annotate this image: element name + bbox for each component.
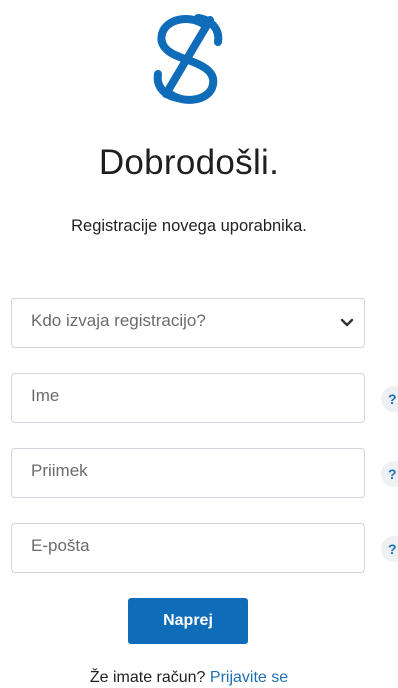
last-name-field[interactable]: Priimek [11,448,365,498]
next-button[interactable]: Naprej [128,598,248,644]
first-name-placeholder: Ime [31,386,60,405]
chevron-down-icon [340,318,354,327]
email-placeholder: E-pošta [31,536,90,555]
page-subtitle: Registracije novega uporabnika. [71,217,307,235]
registration-page: Dobrodošli. Registracije novega uporabni… [0,0,398,688]
email-field[interactable]: E-pošta [11,523,365,573]
page-title: Dobrodošli. [98,143,280,182]
first-name-help-icon[interactable]: ? [381,386,398,412]
email-help-icon[interactable]: ? [381,536,398,562]
last-name-help-icon[interactable]: ? [381,461,398,487]
registrant-select-value: Kdo izvaja registracijo? [31,311,206,330]
registrant-select[interactable]: Kdo izvaja registracijo? [11,298,365,348]
login-link[interactable]: Prijavite se [210,669,288,686]
first-name-field[interactable]: Ime [11,373,365,423]
login-prompt: Že imate račun? Prijavite se [0,669,378,687]
ss-logo-icon [153,14,223,104]
last-name-placeholder: Priimek [31,461,88,480]
login-prompt-text: Že imate račun? [89,669,206,686]
